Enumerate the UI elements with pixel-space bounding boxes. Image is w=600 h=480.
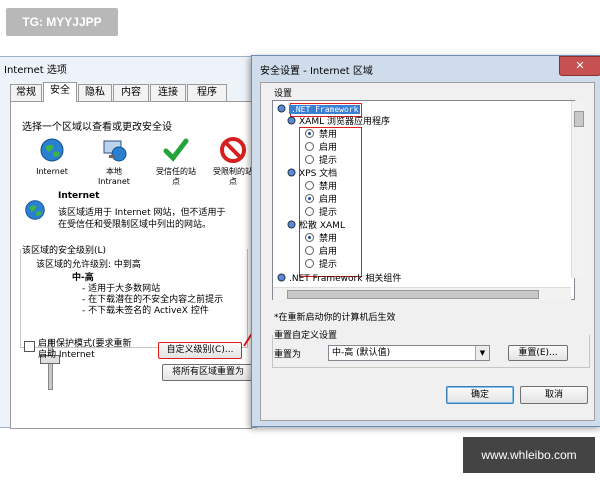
watermark-top-left: TG: MYYJJPP	[6, 8, 118, 36]
window-title: Internet 选项	[4, 65, 67, 76]
zone-local-intranet[interactable]: 本地 Intranet	[86, 137, 142, 187]
radio-loose-enable[interactable]: 启用	[305, 246, 337, 259]
select-zone-label: 选择一个区域以查看或更改安全设	[22, 122, 172, 133]
reset-to-label: 重置为	[274, 350, 302, 360]
radio-icon	[305, 246, 314, 255]
watermark-bottom-right: www.whleibo.com	[463, 437, 595, 473]
radio-xaml-prompt[interactable]: 提示	[305, 155, 337, 168]
scroll-thumb[interactable]	[574, 111, 584, 127]
local-intranet-icon	[101, 137, 127, 163]
reset-all-zones-button[interactable]: 将所有区域重置为	[162, 364, 254, 381]
radio-loose-disable[interactable]: 禁用	[305, 233, 337, 246]
zone-internet[interactable]: Internet	[24, 137, 80, 177]
tree-group-net-framework-components[interactable]: .NET Framework 相关组件	[277, 273, 401, 286]
zone-trusted-sites[interactable]: 受信任的站 点	[148, 137, 204, 187]
reset-button[interactable]: 重置(E)...	[508, 345, 568, 361]
ok-button[interactable]: 确定	[446, 386, 514, 404]
internet-options-window: Internet 选项 常规 安全 隐私 内容 连接 程序 选择一个区域以查看或…	[0, 56, 257, 429]
radio-xaml-enable[interactable]: 启用	[305, 142, 337, 155]
globe-icon	[39, 137, 65, 163]
level-bullet: - 不下载未签名的 ActiveX 控件	[82, 306, 209, 316]
allowed-level-text: 该区域的允许级别: 中到高	[36, 260, 141, 270]
settings-gear-icon	[287, 168, 296, 177]
radio-icon	[305, 207, 314, 216]
settings-tree[interactable]: .NET Framework XAML 浏览器应用程序 禁用 启用 提示 XPS…	[272, 100, 584, 300]
radio-xaml-disable[interactable]: 禁用	[305, 129, 337, 142]
close-icon[interactable]: ✕	[559, 56, 600, 76]
tree-item-xps-document: XPS 文档	[287, 168, 337, 181]
tree-item-loose-xaml: 松散 XAML	[287, 220, 345, 233]
radio-icon	[305, 142, 314, 151]
tab-general[interactable]: 常规	[10, 84, 42, 101]
zone-label: 受信任的站 点	[156, 167, 196, 186]
zone-label: Internet	[36, 167, 68, 176]
radio-icon	[305, 181, 314, 190]
tab-connections[interactable]: 连接	[150, 84, 186, 101]
radio-icon	[305, 155, 314, 164]
tree-horizontal-scrollbar[interactable]	[273, 287, 571, 300]
radio-xps-disable[interactable]: 禁用	[305, 181, 337, 194]
security-settings-dialog: 安全设置 - Internet 区域 ✕ 设置 .NET Framework X…	[251, 55, 600, 427]
zone-description: 该区域适用于 Internet 网站，但不适用于 在受信任和受限制区域中列出的网…	[58, 208, 226, 230]
settings-label: 设置	[274, 89, 293, 99]
level-bullets: - 适用于大多数网站 - 在下载潜在的不安全内容之前提示 - 不下载未签名的 A…	[82, 284, 223, 317]
level-bullet: - 在下载潜在的不安全内容之前提示	[82, 295, 224, 305]
zone-title: Internet	[58, 191, 100, 201]
radio-xps-prompt[interactable]: 提示	[305, 207, 337, 220]
current-level: 中-高	[72, 273, 94, 283]
radio-xps-enable[interactable]: 启用	[305, 194, 337, 207]
tab-content[interactable]: 内容	[113, 84, 149, 101]
tab-privacy[interactable]: 隐私	[78, 84, 112, 101]
radio-icon	[305, 194, 314, 203]
settings-gear-icon	[277, 104, 286, 113]
scroll-thumb[interactable]	[287, 290, 539, 299]
radio-icon	[305, 259, 314, 268]
protected-mode-checkbox[interactable]	[24, 341, 35, 352]
settings-gear-icon	[287, 220, 296, 229]
tab-security[interactable]: 安全	[43, 82, 77, 102]
globe-icon	[24, 199, 46, 221]
protected-mode-label: 启用保护模式(要求重新 启动 Internet	[38, 339, 132, 360]
trusted-check-icon	[163, 137, 189, 163]
zone-label: 本地 Intranet	[98, 167, 130, 186]
settings-gear-icon	[287, 116, 296, 125]
radio-icon	[305, 129, 314, 138]
tree-item-xaml-browser: XAML 浏览器应用程序	[287, 116, 390, 129]
tree-group-net-framework[interactable]: .NET Framework	[277, 103, 361, 116]
restart-note: *在重新启动你的计算机后生效	[274, 313, 396, 323]
radio-loose-prompt[interactable]: 提示	[305, 259, 337, 272]
chevron-down-icon: ▼	[475, 346, 489, 360]
custom-level-button[interactable]: 自定义级别(C)...	[158, 342, 242, 359]
radio-icon	[305, 233, 314, 242]
tree-vertical-scrollbar[interactable]	[571, 101, 584, 278]
settings-gear-icon	[277, 273, 286, 282]
tab-programs[interactable]: 程序	[187, 84, 227, 101]
dialog-title: 安全设置 - Internet 区域	[260, 66, 373, 77]
cancel-button[interactable]: 取消	[520, 386, 588, 404]
level-bullet: - 适用于大多数网站	[82, 284, 161, 294]
reset-level-select[interactable]: 中-高 (默认值) ▼	[328, 345, 490, 361]
restricted-icon	[220, 137, 246, 163]
